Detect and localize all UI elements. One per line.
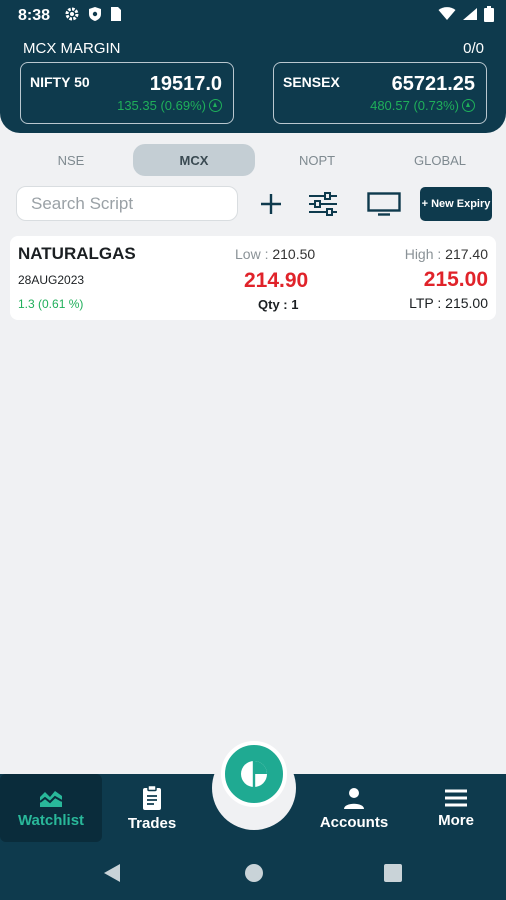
settings-icon <box>65 7 79 21</box>
chart-area-icon <box>39 790 63 807</box>
expiry-date: 28AUG2023 <box>18 273 85 287</box>
wifi-icon <box>438 7 456 21</box>
tab-nopt[interactable]: NOPT <box>256 144 378 176</box>
index-card-nifty[interactable]: NIFTY 50 19517.0 135.35 (0.69%) <box>20 62 234 124</box>
bid-price: 214.90 <box>244 269 309 292</box>
index-price: 19517.0 <box>149 73 222 95</box>
up-arrow-icon <box>209 99 222 112</box>
home-icon[interactable] <box>244 863 264 883</box>
low-price: Low : 210.50 <box>235 246 315 262</box>
clipboard-icon <box>143 784 161 810</box>
status-time: 8:38 <box>18 7 51 24</box>
app-header: 8:38 MCX MARGIN 0/0 NIFTY 50 19517.0 135… <box>0 0 506 133</box>
menu-icon <box>445 789 467 806</box>
add-button[interactable] <box>256 188 286 220</box>
nav-label: Watchlist <box>17 811 85 829</box>
nav-more[interactable]: More <box>412 774 500 842</box>
ask-price: 215.00 <box>423 268 488 291</box>
exchange-tabs: NSE MCX NOPT GLOBAL <box>10 144 496 176</box>
price-change: 1.3 (0.61 %) <box>18 297 84 311</box>
status-bar: 8:38 <box>0 0 506 32</box>
index-name: NIFTY 50 <box>30 74 90 90</box>
low-value: 210.50 <box>272 246 316 262</box>
index-price: 65721.25 <box>391 73 475 95</box>
index-change: 135.35 (0.69%) <box>117 98 222 113</box>
index-change-text: 480.57 (0.73%) <box>370 98 459 113</box>
last-traded-price: LTP : 215.00 <box>409 295 488 311</box>
index-card-sensex[interactable]: SENSEX 65721.25 480.57 (0.73%) <box>273 62 487 124</box>
symbol-name: NATURALGAS <box>18 244 136 263</box>
sim-card-icon <box>111 7 121 21</box>
margin-title: MCX MARGIN <box>23 40 121 57</box>
plus-icon <box>261 194 281 214</box>
index-name: SENSEX <box>283 74 340 90</box>
qty-value: 1 <box>291 297 299 312</box>
high-label: High : <box>404 246 442 262</box>
search-input[interactable] <box>16 186 238 221</box>
sliders-icon <box>309 192 337 216</box>
system-navigation-bar <box>0 846 506 900</box>
monitor-icon <box>367 192 401 216</box>
status-right-icons <box>438 6 494 22</box>
up-arrow-icon <box>462 99 475 112</box>
person-icon <box>344 787 364 809</box>
nav-label: Trades <box>127 814 177 832</box>
filter-button[interactable] <box>306 188 340 220</box>
index-change: 480.57 (0.73%) <box>370 98 475 113</box>
ltp-label: LTP : <box>409 295 442 311</box>
index-change-text: 135.35 (0.69%) <box>117 98 206 113</box>
nav-trades[interactable]: Trades <box>108 774 196 842</box>
nav-accounts[interactable]: Accounts <box>310 774 398 842</box>
shield-icon <box>89 7 101 21</box>
recents-icon[interactable] <box>383 863 403 883</box>
status-icons <box>64 6 122 22</box>
display-mode-button[interactable] <box>366 188 402 220</box>
quantity: Qty : 1 <box>258 297 298 312</box>
nav-label: Accounts <box>319 813 389 831</box>
signal-icon <box>463 8 477 20</box>
pie-chart-icon <box>241 761 267 787</box>
battery-icon <box>484 6 494 22</box>
ltp-value: 215.00 <box>445 295 488 311</box>
nav-label: More <box>438 811 474 829</box>
high-price: High : 217.40 <box>405 246 488 262</box>
margin-value: 0/0 <box>463 40 484 57</box>
qty-label: Qty : <box>258 297 288 312</box>
new-expiry-button[interactable]: + New Expiry <box>420 187 492 221</box>
tab-global[interactable]: GLOBAL <box>379 144 501 176</box>
portfolio-fab-button[interactable] <box>221 741 287 807</box>
tab-nse[interactable]: NSE <box>10 144 132 176</box>
low-label: Low : <box>235 246 269 262</box>
nav-watchlist[interactable]: Watchlist <box>0 774 102 842</box>
watchlist-item[interactable]: NATURALGAS 28AUG2023 1.3 (0.61 %) Low : … <box>10 236 496 320</box>
high-value: 217.40 <box>445 246 488 262</box>
tab-mcx[interactable]: MCX <box>133 144 255 176</box>
back-icon[interactable] <box>102 863 122 883</box>
